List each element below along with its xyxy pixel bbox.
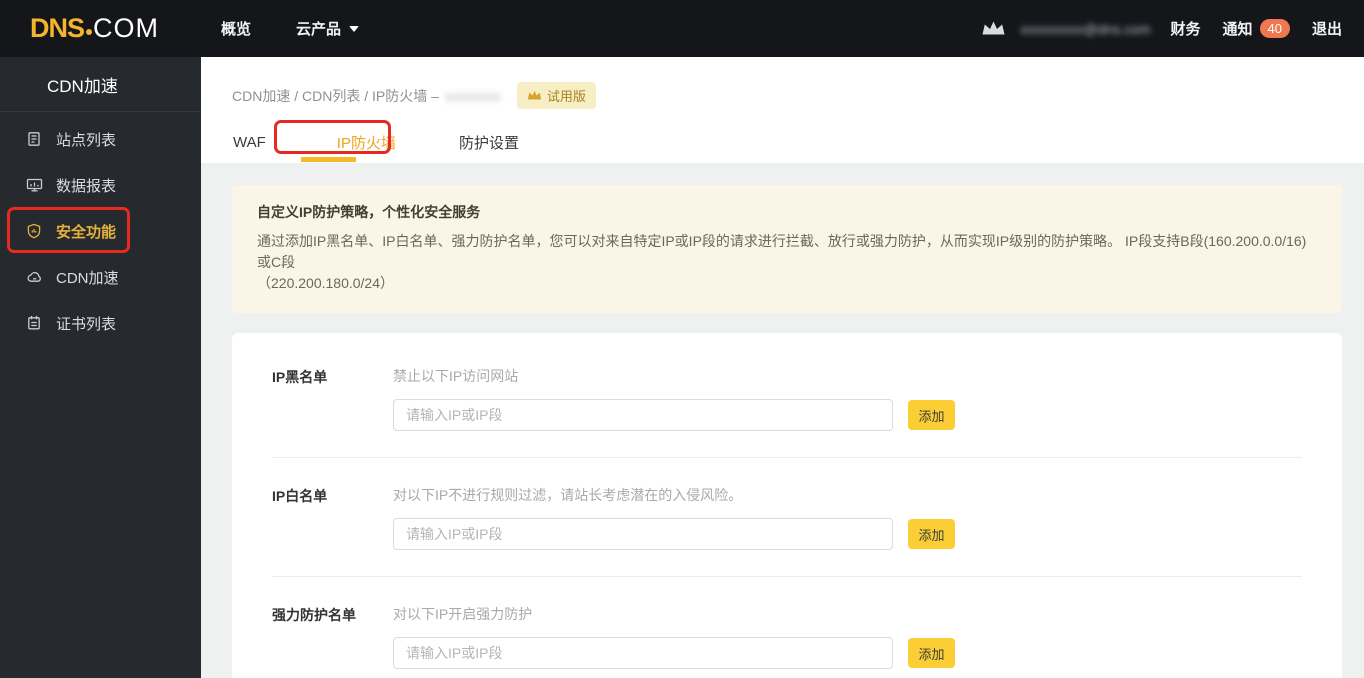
sidebar-item-security[interactable]: 安全功能: [0, 208, 201, 254]
section-description: 对以下IP不进行规则过滤，请站长考虑潜在的入侵风险。: [393, 487, 743, 503]
notice-body-line2: （220.200.180.0/24）: [257, 275, 394, 291]
sidebar-title: CDN加速: [0, 57, 201, 112]
sidebar-item-data-reports[interactable]: 数据报表: [0, 162, 201, 208]
section-description: 禁止以下IP访问网站: [393, 368, 519, 384]
sidebar-item-label: 数据报表: [56, 177, 117, 195]
strong-protection-input[interactable]: [393, 637, 893, 669]
divider: [272, 576, 1302, 577]
sidebar-menu: 站点列表 数据报表 安全功能 CDN加速 证书列表: [0, 116, 201, 346]
logo-com-text: COM: [93, 13, 160, 43]
trial-badge-label: 试用版: [546, 89, 586, 104]
main-content: CDN加速 / CDN列表 / IP防火墙 – xxxxxxxx 试用版 WAF…: [201, 57, 1364, 678]
page-header-bar: CDN加速 / CDN列表 / IP防火墙 – xxxxxxxx 试用版 WAF…: [201, 57, 1364, 163]
breadcrumb: CDN加速 / CDN列表 / IP防火墙 –: [232, 87, 439, 104]
sidebar-item-cdn[interactable]: CDN加速: [0, 254, 201, 300]
tab-waf[interactable]: WAF: [233, 134, 266, 151]
nav-overview-label: 概览: [221, 21, 252, 38]
sidebar-item-label: 证书列表: [56, 315, 117, 333]
section-label: 强力防护名单: [272, 607, 356, 623]
breadcrumb-row: CDN加速 / CDN列表 / IP防火墙 – xxxxxxxx 试用版: [201, 57, 1364, 109]
file-icon: [26, 131, 43, 148]
dns-com-logo[interactable]: DNS COM: [30, 15, 159, 42]
section-ip-whitelist: IP白名单 对以下IP不进行规则过滤，请站长考虑潜在的入侵风险。 添加: [232, 485, 1342, 550]
add-whitelist-button[interactable]: 添加: [908, 519, 955, 549]
input-row: 添加: [393, 518, 1302, 550]
divider: [272, 457, 1302, 458]
section-content: 对以下IP开启强力防护 添加: [393, 604, 1302, 669]
header-account-area: xxxxxxxxx@dns.com 财务 通知 40 退出: [981, 18, 1342, 39]
notice-title: 自定义IP防护策略，个性化安全服务: [257, 204, 481, 220]
cloud-icon: [26, 269, 43, 286]
notification-count-badge: 40: [1259, 19, 1290, 38]
tab-ip-firewall[interactable]: IP防火墙: [337, 132, 396, 153]
finance-link[interactable]: 财务: [1170, 18, 1200, 39]
logout-link[interactable]: 退出: [1312, 18, 1342, 39]
input-row: 添加: [393, 637, 1302, 669]
nav-cloud-products[interactable]: 云产品: [296, 18, 360, 39]
sidebar-item-label: CDN加速: [56, 269, 119, 287]
report-icon: [26, 177, 43, 194]
certificate-icon: [26, 315, 43, 332]
account-email-blurred[interactable]: xxxxxxxxx@dns.com: [1020, 21, 1150, 37]
active-tab-underline: [301, 157, 356, 162]
notifications-link[interactable]: 通知 40: [1223, 18, 1290, 39]
section-content: 对以下IP不进行规则过滤，请站长考虑潜在的入侵风险。 添加: [393, 485, 1302, 550]
shield-icon: [26, 223, 43, 240]
tab-bar: WAF IP防火墙 防护设置: [201, 132, 1364, 153]
sidebar: CDN加速 站点列表 数据报表 安全功能 CDN加速 证书列表: [0, 57, 201, 678]
nav-overview[interactable]: 概览: [221, 18, 251, 39]
section-strong-protection: 强力防护名单 对以下IP开启强力防护 添加: [232, 604, 1342, 669]
section-description: 对以下IP开启强力防护: [393, 606, 533, 622]
page: DNS COM 概览 云产品 xxxxxxxxx@dns.com 财务 通知 4…: [0, 0, 1364, 678]
notice-body-line1: 通过添加IP黑名单、IP白名单、强力防护名单，您可以对来自特定IP或IP段的请求…: [257, 233, 1307, 270]
section-label: IP黑名单: [272, 369, 328, 385]
add-blacklist-button[interactable]: 添加: [908, 400, 955, 430]
section-ip-blacklist: IP黑名单 禁止以下IP访问网站 添加: [232, 366, 1342, 431]
top-header: DNS COM 概览 云产品 xxxxxxxxx@dns.com 财务 通知 4…: [0, 0, 1364, 57]
logo-dns-text: DNS: [30, 13, 85, 43]
section-label: IP白名单: [272, 488, 328, 504]
breadcrumb-domain-blurred: xxxxxxxx: [444, 87, 501, 104]
crown-icon: [981, 20, 1006, 37]
sidebar-item-label: 站点列表: [56, 131, 117, 149]
sidebar-item-certificates[interactable]: 证书列表: [0, 300, 201, 346]
tab-protection-settings[interactable]: 防护设置: [459, 132, 519, 153]
chevron-down-icon: [349, 25, 360, 32]
ip-blacklist-input[interactable]: [393, 399, 893, 431]
trial-badge: 试用版: [516, 82, 596, 109]
notifications-label: 通知: [1222, 21, 1253, 38]
trial-crown-icon: [527, 90, 542, 100]
section-content: 禁止以下IP访问网站 添加: [393, 366, 1302, 431]
notice-box: 自定义IP防护策略，个性化安全服务 通过添加IP黑名单、IP白名单、强力防护名单…: [232, 185, 1342, 313]
sidebar-item-site-list[interactable]: 站点列表: [0, 116, 201, 162]
nav-cloud-products-label: 云产品: [296, 21, 342, 38]
logo-dot: [86, 28, 93, 35]
sidebar-item-label: 安全功能: [56, 223, 117, 241]
input-row: 添加: [393, 399, 1302, 431]
ip-firewall-card: IP黑名单 禁止以下IP访问网站 添加 IP白名单 对以下IP不进行规则过滤，请…: [232, 333, 1342, 678]
add-strong-protection-button[interactable]: 添加: [908, 638, 955, 668]
ip-whitelist-input[interactable]: [393, 518, 893, 550]
top-nav: 概览 云产品: [221, 18, 404, 39]
